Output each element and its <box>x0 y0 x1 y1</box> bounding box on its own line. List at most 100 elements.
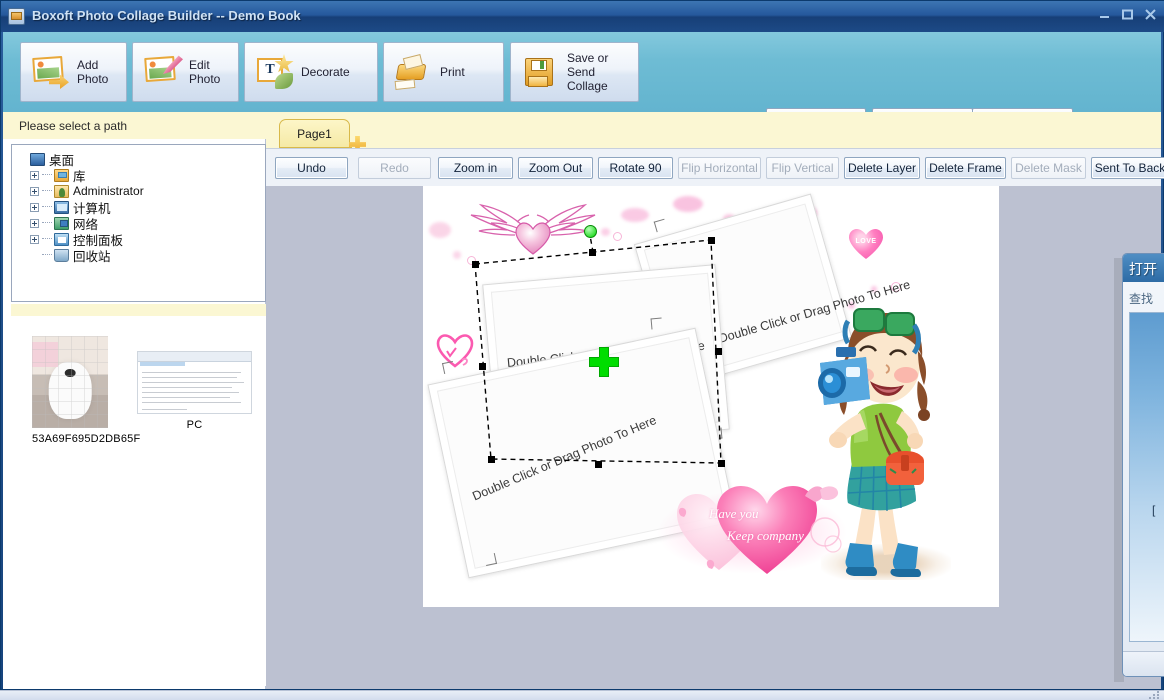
background-dialog-body: [ <box>1129 312 1164 642</box>
control-panel-icon <box>54 232 69 246</box>
resize-grip[interactable] <box>1149 691 1159 699</box>
tree-connector <box>42 190 52 192</box>
folder-tree[interactable]: 桌面 库 Administrator 计算机 网络 控制面板 回收站 <box>11 144 266 302</box>
save-send-label: Save or Send Collage <box>567 51 609 93</box>
selection-handle[interactable] <box>595 461 602 468</box>
add-photo-button[interactable]: Add Photo <box>20 42 127 102</box>
print-icon <box>394 54 434 91</box>
selection-handle[interactable] <box>589 249 596 256</box>
decorate-label: Decorate <box>301 65 350 79</box>
pink-blob <box>621 208 649 222</box>
add-photo-icon <box>31 54 71 90</box>
pink-blob <box>429 222 451 238</box>
user-folder-icon <box>54 184 69 198</box>
tree-connector <box>42 174 52 176</box>
selection-handle[interactable] <box>718 460 725 467</box>
winged-heart-decoration <box>463 202 603 260</box>
delete-frame-button[interactable]: Delete Frame <box>925 157 1006 179</box>
pink-blob <box>453 251 461 259</box>
zoom-out-button[interactable]: Zoom Out <box>518 157 593 179</box>
background-dialog-bracket: [ <box>1152 503 1156 517</box>
pink-blob <box>673 196 703 212</box>
redo-button: Redo <box>358 157 431 179</box>
frame-corner-icon <box>653 218 668 233</box>
expander-icon[interactable] <box>30 234 39 244</box>
expander-icon[interactable] <box>30 170 39 180</box>
tree-connector <box>42 254 52 256</box>
selection-handle[interactable] <box>715 348 722 355</box>
background-open-dialog[interactable]: 打开 查找 [ <box>1122 253 1164 677</box>
tree-item-administrator[interactable]: Administrator <box>18 183 265 199</box>
background-dialog-subtitle: 查找 <box>1129 292 1154 306</box>
hearts-text-line1: Have you <box>709 506 759 521</box>
main-toolbar: Add Photo Edit Photo T Decorate Print Sa… <box>3 32 1161 132</box>
background-dialog-title: 打开 <box>1129 262 1157 278</box>
left-panel: Please select a path 桌面 库 Administrator … <box>3 112 266 689</box>
network-icon <box>54 216 69 230</box>
maximize-icon[interactable] <box>1119 7 1136 22</box>
move-cross-handle[interactable] <box>589 347 619 377</box>
thumbnail-caption: PC <box>186 419 203 431</box>
tree-item-control-panel[interactable]: 控制面板 <box>18 231 265 248</box>
minimize-icon[interactable] <box>1096 7 1113 22</box>
rotate-90-button[interactable]: Rotate 90 <box>598 157 673 179</box>
path-selector-label: Please select a path <box>3 112 266 139</box>
decorate-button[interactable]: T Decorate <box>244 42 378 102</box>
add-photo-label: Add Photo <box>77 58 109 86</box>
page-tab-bar: Page1 <box>266 112 1161 153</box>
computer-icon <box>54 200 69 214</box>
window-controls <box>1096 7 1159 22</box>
flip-vertical-button: Flip Vertical <box>766 157 839 179</box>
close-icon[interactable] <box>1142 7 1159 22</box>
love-badge-text: LOVE <box>855 238 877 245</box>
status-bar <box>0 690 1164 700</box>
hearts-text-line2: Keep company <box>727 528 804 543</box>
undo-button[interactable]: Undo <box>275 157 348 179</box>
canvas-viewport[interactable]: LOVE Double Click or Drag Photo To Here … <box>266 186 1161 689</box>
expander-icon[interactable] <box>30 186 39 196</box>
selection-handle[interactable] <box>472 261 479 268</box>
thumbnail-image <box>137 351 252 414</box>
rotate-handle[interactable] <box>584 225 597 238</box>
editor-toolbar: Undo Redo Zoom in Zoom Out Rotate 90 Fli… <box>266 148 1164 186</box>
tree-item-recycle-bin[interactable]: 回收站 <box>18 247 265 264</box>
girl-with-camera-illustration <box>818 303 946 588</box>
title-bar: Boxoft Photo Collage Builder -- Demo Boo… <box>1 1 1164 32</box>
tree-item-label: 库 <box>73 168 86 184</box>
save-send-collage-button[interactable]: Save or Send Collage <box>510 42 639 102</box>
edit-photo-button[interactable]: Edit Photo <box>132 42 239 102</box>
frame-corner-icon <box>483 552 498 567</box>
sent-to-back-button[interactable]: Sent To Back <box>1091 157 1164 179</box>
selection-handle[interactable] <box>479 363 486 370</box>
editor-area: Page1 Undo Redo Zoom in Zoom Out Rotate … <box>266 112 1164 689</box>
thumbnail-list[interactable]: 53A69F695D2DB65F PC <box>11 316 266 686</box>
tree-item-computer[interactable]: 计算机 <box>18 199 265 216</box>
thumbnail-item[interactable]: 53A69F695D2DB65F <box>32 336 141 445</box>
tree-item-network[interactable]: 网络 <box>18 215 265 232</box>
save-send-icon <box>521 54 561 90</box>
zoom-in-button[interactable]: Zoom in <box>438 157 513 179</box>
tree-item-label: 回收站 <box>73 248 111 264</box>
tree-item-label: 桌面 <box>49 152 75 168</box>
recycle-bin-icon <box>54 248 69 262</box>
thumbnail-item[interactable]: PC <box>137 351 252 431</box>
background-dialog-title-bar: 打开 <box>1123 254 1164 282</box>
thumbnail-caption: 53A69F695D2DB65F <box>32 433 141 445</box>
expander-icon <box>30 251 39 260</box>
tree-item-library[interactable]: 库 <box>18 167 265 184</box>
expander-icon[interactable] <box>30 202 39 212</box>
tab-page1[interactable]: Page1 <box>279 119 350 148</box>
app-root: Boxoft Photo Collage Builder -- Demo Boo… <box>0 0 1164 700</box>
tree-item-desktop[interactable]: 桌面 <box>18 151 265 168</box>
tree-connector <box>42 206 52 208</box>
selection-handle[interactable] <box>708 237 715 244</box>
frame-corner-icon <box>441 360 456 375</box>
print-button[interactable]: Print <box>383 42 504 102</box>
desktop-icon <box>30 152 45 166</box>
collage-canvas[interactable]: LOVE Double Click or Drag Photo To Here … <box>423 186 999 607</box>
decorate-icon: T <box>255 54 295 90</box>
delete-layer-button[interactable]: Delete Layer <box>844 157 920 179</box>
print-label: Print <box>440 65 465 79</box>
expander-icon[interactable] <box>30 218 39 228</box>
selection-handle[interactable] <box>488 456 495 463</box>
